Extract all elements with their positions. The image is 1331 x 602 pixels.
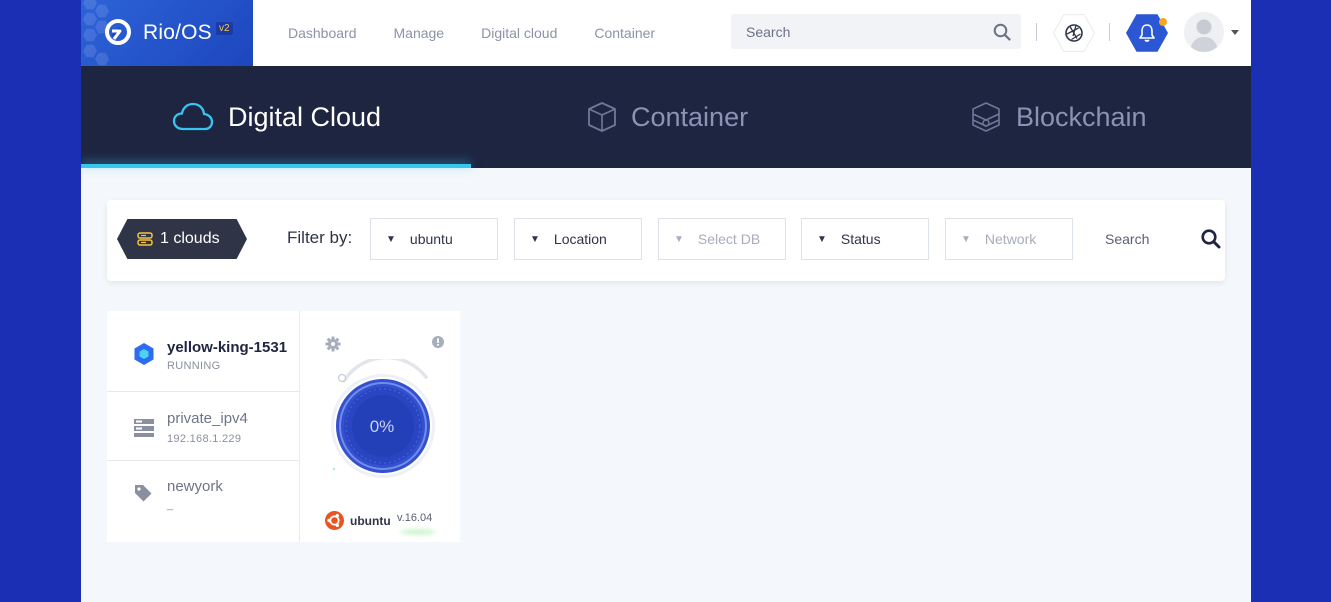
- cloud-name-row: yellow-king-1531 RUNNING: [107, 311, 299, 381]
- chevron-down-icon[interactable]: [1231, 30, 1239, 35]
- caret-down-icon: ▼: [961, 233, 971, 245]
- active-tab-indicator: [81, 164, 471, 168]
- caret-down-icon: ▼: [817, 233, 827, 245]
- brand[interactable]: Rio/OS v2: [81, 0, 253, 66]
- network-row: private_ipv4 192.168.1.229: [107, 392, 299, 462]
- server-icon: [134, 419, 154, 437]
- gear-icon[interactable]: [325, 336, 341, 352]
- search-icon[interactable]: [1201, 229, 1221, 249]
- ubuntu-logo-icon: [325, 511, 344, 530]
- app-window: Rio/OS v2 Dashboard Manage Digital cloud…: [81, 0, 1251, 602]
- tab-label: Container: [631, 101, 749, 132]
- tag-icon: [135, 485, 152, 502]
- tab-container[interactable]: Container: [587, 66, 748, 168]
- cloud-card-info[interactable]: yellow-king-1531 RUNNING private_ipv4 19…: [107, 311, 299, 542]
- notification-dot: [1159, 18, 1167, 26]
- rio-logo-icon: [105, 19, 131, 45]
- search-input[interactable]: [731, 14, 971, 49]
- cloud-count-badge: 1 clouds: [117, 219, 247, 259]
- divider: [1036, 23, 1037, 41]
- usage-percent: 0%: [369, 417, 395, 436]
- nav-digital-cloud[interactable]: Digital cloud: [481, 25, 557, 41]
- bell-icon: [1139, 24, 1155, 42]
- filter-bar: 1 clouds Filter by: ▼ ubuntu ▼ Location …: [107, 200, 1225, 281]
- location-name: newyork: [167, 478, 223, 495]
- user-avatar-icon: [1184, 12, 1224, 52]
- blockchain-button[interactable]: [1053, 13, 1095, 53]
- brand-version-badge: v2: [216, 22, 233, 35]
- nav-manage[interactable]: Manage: [394, 25, 445, 41]
- select-value: Select DB: [697, 231, 761, 247]
- network-name: private_ipv4: [167, 410, 248, 427]
- cloud-icon: [172, 102, 214, 131]
- filter-status-select[interactable]: ▼ Status: [801, 218, 929, 260]
- cloud-count-label: 1 clouds: [160, 230, 220, 247]
- global-search: [731, 14, 1021, 49]
- caret-down-icon: ▼: [674, 233, 684, 245]
- os-name: ubuntu: [350, 513, 391, 528]
- filter-location-select[interactable]: ▼ Location: [514, 218, 642, 260]
- location-row: newyork _: [107, 461, 299, 531]
- filter-search-input[interactable]: Search: [1088, 218, 1198, 260]
- caret-down-icon: ▼: [386, 233, 396, 245]
- search-icon[interactable]: [993, 23, 1011, 41]
- select-value: ubuntu: [409, 231, 453, 247]
- info-icon[interactable]: [432, 336, 444, 348]
- cloud-name: yellow-king-1531: [167, 339, 288, 356]
- blockchain-icon: [972, 102, 1000, 132]
- os-info: ubuntu: [325, 511, 391, 530]
- server-stack-icon: [137, 232, 153, 246]
- filter-db-select[interactable]: ▼ Select DB: [658, 218, 786, 260]
- ip-address: 192.168.1.229: [167, 433, 242, 445]
- nav-dashboard[interactable]: Dashboard: [288, 25, 357, 41]
- top-bar: Rio/OS v2 Dashboard Manage Digital cloud…: [81, 0, 1251, 66]
- section-tabs: Digital Cloud Container Blockchain: [81, 66, 1251, 168]
- tab-digital-cloud[interactable]: Digital Cloud: [172, 66, 381, 168]
- select-value: Location: [553, 231, 607, 247]
- tab-label: Blockchain: [1016, 101, 1147, 132]
- avatar[interactable]: [1184, 12, 1224, 52]
- main-nav: Dashboard Manage Digital cloud Container: [288, 0, 692, 66]
- aperture-icon: [1065, 24, 1083, 42]
- cloud-card-usage[interactable]: 0% ubuntu v.16.04: [299, 311, 460, 542]
- hexagon-status-icon: [134, 343, 154, 365]
- tab-label: Digital Cloud: [228, 101, 382, 132]
- filter-network-select[interactable]: ▼ Network: [945, 218, 1073, 260]
- tab-blockchain[interactable]: Blockchain: [970, 66, 1147, 168]
- cube-icon: [588, 102, 616, 132]
- location-sub: _: [167, 499, 174, 511]
- nav-container[interactable]: Container: [594, 25, 655, 41]
- cloud-status: RUNNING: [167, 360, 221, 372]
- select-value: Network: [984, 231, 1037, 247]
- brand-name: Rio/OS: [143, 21, 212, 44]
- filter-os-select[interactable]: ▼ ubuntu: [370, 218, 498, 260]
- version-glow: [400, 529, 436, 535]
- os-version: v.16.04: [397, 512, 433, 524]
- caret-down-icon: ▼: [530, 233, 540, 245]
- divider: [1109, 23, 1110, 41]
- select-value: Status: [840, 231, 881, 247]
- filter-label: Filter by:: [287, 228, 353, 247]
